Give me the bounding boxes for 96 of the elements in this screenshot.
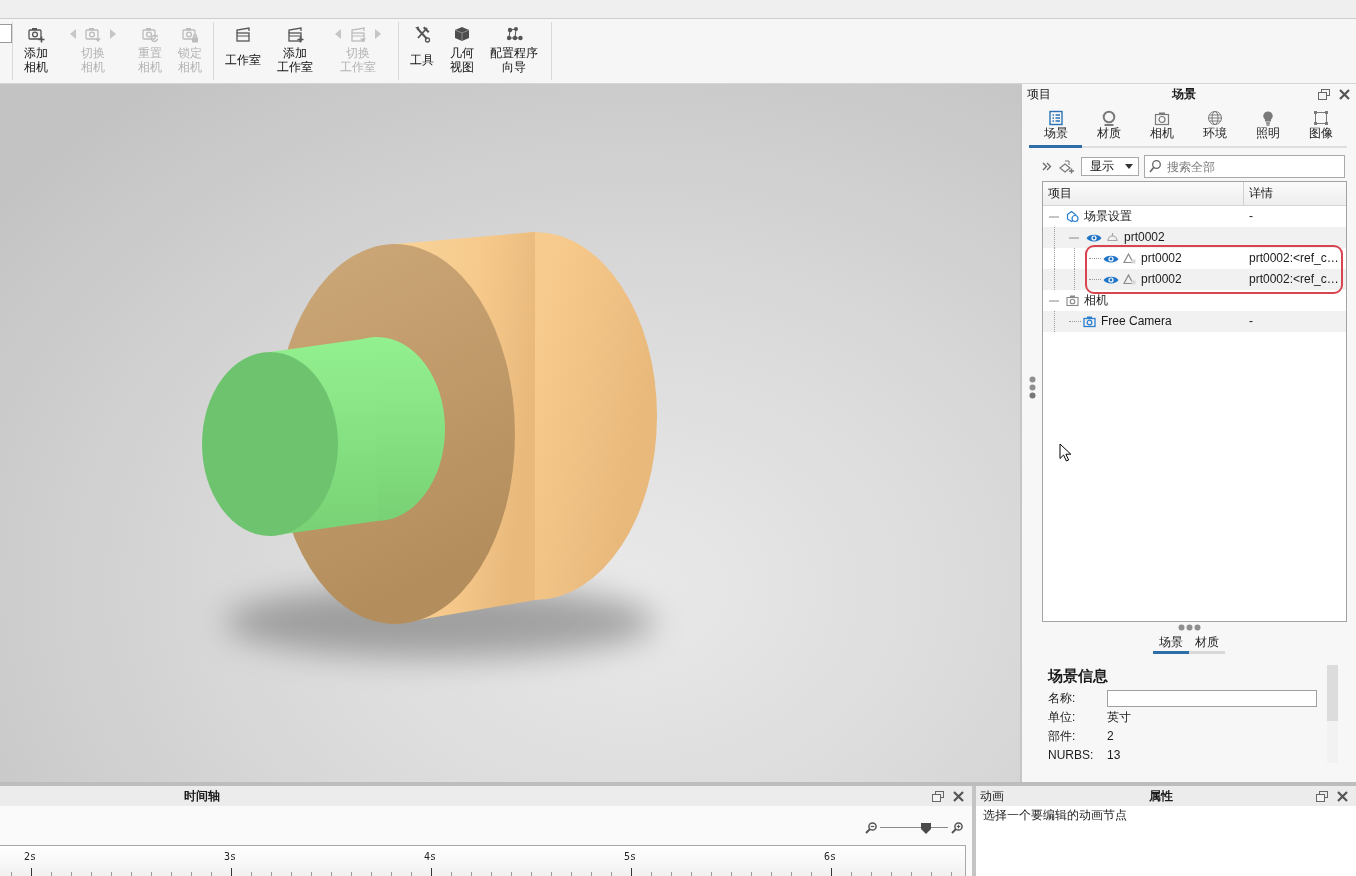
field-value: 2 [1107, 729, 1114, 744]
scrollbar-thumb[interactable] [1327, 665, 1338, 721]
item-name: 场景设置 [1084, 209, 1132, 224]
detail-text: prt0002:<ref_c… [1249, 251, 1339, 266]
field-value: 13 [1107, 748, 1121, 763]
clapperboard-plus-icon [286, 25, 304, 43]
clapperboard-icon [234, 25, 252, 43]
camera-icon [1066, 294, 1079, 307]
tree-row[interactable]: prt0002 [1043, 227, 1346, 248]
scrollbar[interactable] [1327, 665, 1338, 763]
detail-text: - [1249, 314, 1253, 329]
close-icon[interactable] [953, 790, 964, 802]
tools-button[interactable]: 工具 [402, 19, 442, 83]
close-icon[interactable] [1339, 88, 1350, 100]
panel-title: 场景 [1170, 86, 1197, 102]
item-name: prt0002 [1141, 251, 1182, 266]
clapperboard-icon [349, 25, 367, 43]
zoom-slider-thumb[interactable] [920, 821, 933, 834]
column-header[interactable]: 详情 [1244, 182, 1273, 205]
part-group-icon [1106, 231, 1119, 244]
close-icon[interactable] [1337, 790, 1348, 802]
material-ball-icon [1100, 110, 1117, 126]
field-label: NURBS: [1048, 748, 1095, 763]
geometry-view-button[interactable]: 几何 视图 [442, 19, 482, 83]
tools-icon [413, 25, 431, 43]
zoom-in-icon[interactable] [951, 821, 963, 834]
camera-icon [1153, 110, 1170, 126]
eye-icon[interactable] [1103, 253, 1119, 264]
add-shapes-icon[interactable] [1058, 158, 1075, 175]
ruler-label: 5s [624, 851, 637, 862]
display-dropdown[interactable]: 显示 [1081, 157, 1139, 176]
search-icon [1149, 160, 1161, 173]
tab[interactable]: 环境 [1188, 106, 1241, 148]
tab[interactable]: 场景 [1029, 106, 1082, 148]
mouse-cursor-icon [1059, 443, 1072, 462]
eye-icon[interactable] [1086, 232, 1102, 243]
caret-icon [1125, 164, 1133, 169]
ruler-label: 4s [424, 851, 437, 862]
tree-row[interactable]: Free Camera - [1043, 311, 1346, 332]
add-camera-button[interactable]: 添加 相机 [16, 19, 56, 83]
frame-icon [1312, 110, 1329, 126]
restore-icon[interactable] [1316, 790, 1328, 802]
drag-handle-icon[interactable] [1177, 623, 1201, 631]
add-studio-button[interactable]: 添加 工作室 [269, 19, 321, 83]
config-wizard-button[interactable]: 配置程序 向导 [482, 19, 546, 83]
camera-plus-icon [27, 25, 45, 43]
tab[interactable]: 照明 [1241, 106, 1294, 148]
globe-icon [1206, 110, 1223, 126]
tab[interactable]: 场景 [1153, 632, 1189, 654]
field-label: 部件: [1048, 729, 1077, 744]
nodes-icon [505, 25, 523, 43]
drag-handle-icon[interactable] [1028, 376, 1036, 399]
shapes-icon [1066, 210, 1079, 223]
camera-icon [1083, 315, 1096, 328]
detail-text: prt0002:<ref_c… [1249, 272, 1339, 287]
search-field[interactable]: 搜索全部 [1144, 155, 1345, 178]
tab[interactable]: 材质 [1082, 106, 1135, 148]
studio-button[interactable]: 工作室 [217, 19, 269, 83]
tree-row[interactable]: prt0002 prt0002:<ref_c… [1043, 269, 1346, 290]
camera-refresh-icon [141, 25, 159, 43]
column-header[interactable]: 项目 [1043, 182, 1244, 205]
double-chevron-icon[interactable] [1042, 162, 1052, 171]
panel-label: 动画 [979, 788, 1004, 804]
tab[interactable]: 相机 [1135, 106, 1188, 148]
detail-text: - [1249, 209, 1253, 224]
field-label: 单位: [1048, 710, 1077, 725]
name-field[interactable] [1107, 690, 1317, 707]
camera-icon [84, 25, 102, 43]
panel-title: 属性 [1147, 788, 1174, 804]
field-value: 英寸 [1107, 710, 1131, 725]
render-viewport[interactable] [0, 84, 1020, 782]
triangle-icon [1123, 252, 1136, 265]
cut-off-field[interactable] [0, 24, 12, 43]
item-name: 相机 [1084, 293, 1108, 308]
ruler-label: 3s [224, 851, 237, 862]
cube-icon [453, 25, 471, 43]
timeline-ruler[interactable]: 2s 3s 4s 5s 6s [0, 845, 966, 876]
triangle-icon [1123, 273, 1136, 286]
hint-text: 选择一个要编辑的动画节点 [983, 808, 1127, 822]
camera-lock-icon [181, 25, 199, 43]
restore-icon[interactable] [1318, 88, 1330, 100]
ruler-label: 6s [824, 851, 837, 862]
item-name: prt0002 [1124, 230, 1165, 245]
field-label: 名称: [1048, 691, 1077, 706]
item-name: prt0002 [1141, 272, 1182, 287]
ruler-label: 2s [24, 851, 37, 862]
panel-label: 项目 [1027, 86, 1051, 102]
tab[interactable]: 图像 [1294, 106, 1347, 148]
zoom-out-icon[interactable] [865, 821, 877, 834]
list-icon [1047, 110, 1064, 126]
eye-icon[interactable] [1103, 274, 1119, 285]
panel-title: 时间轴 [184, 788, 221, 804]
section-title: 场景信息 [1048, 667, 1109, 685]
tab[interactable]: 材质 [1189, 632, 1225, 654]
restore-icon[interactable] [932, 790, 944, 802]
item-name: Free Camera [1101, 314, 1172, 329]
